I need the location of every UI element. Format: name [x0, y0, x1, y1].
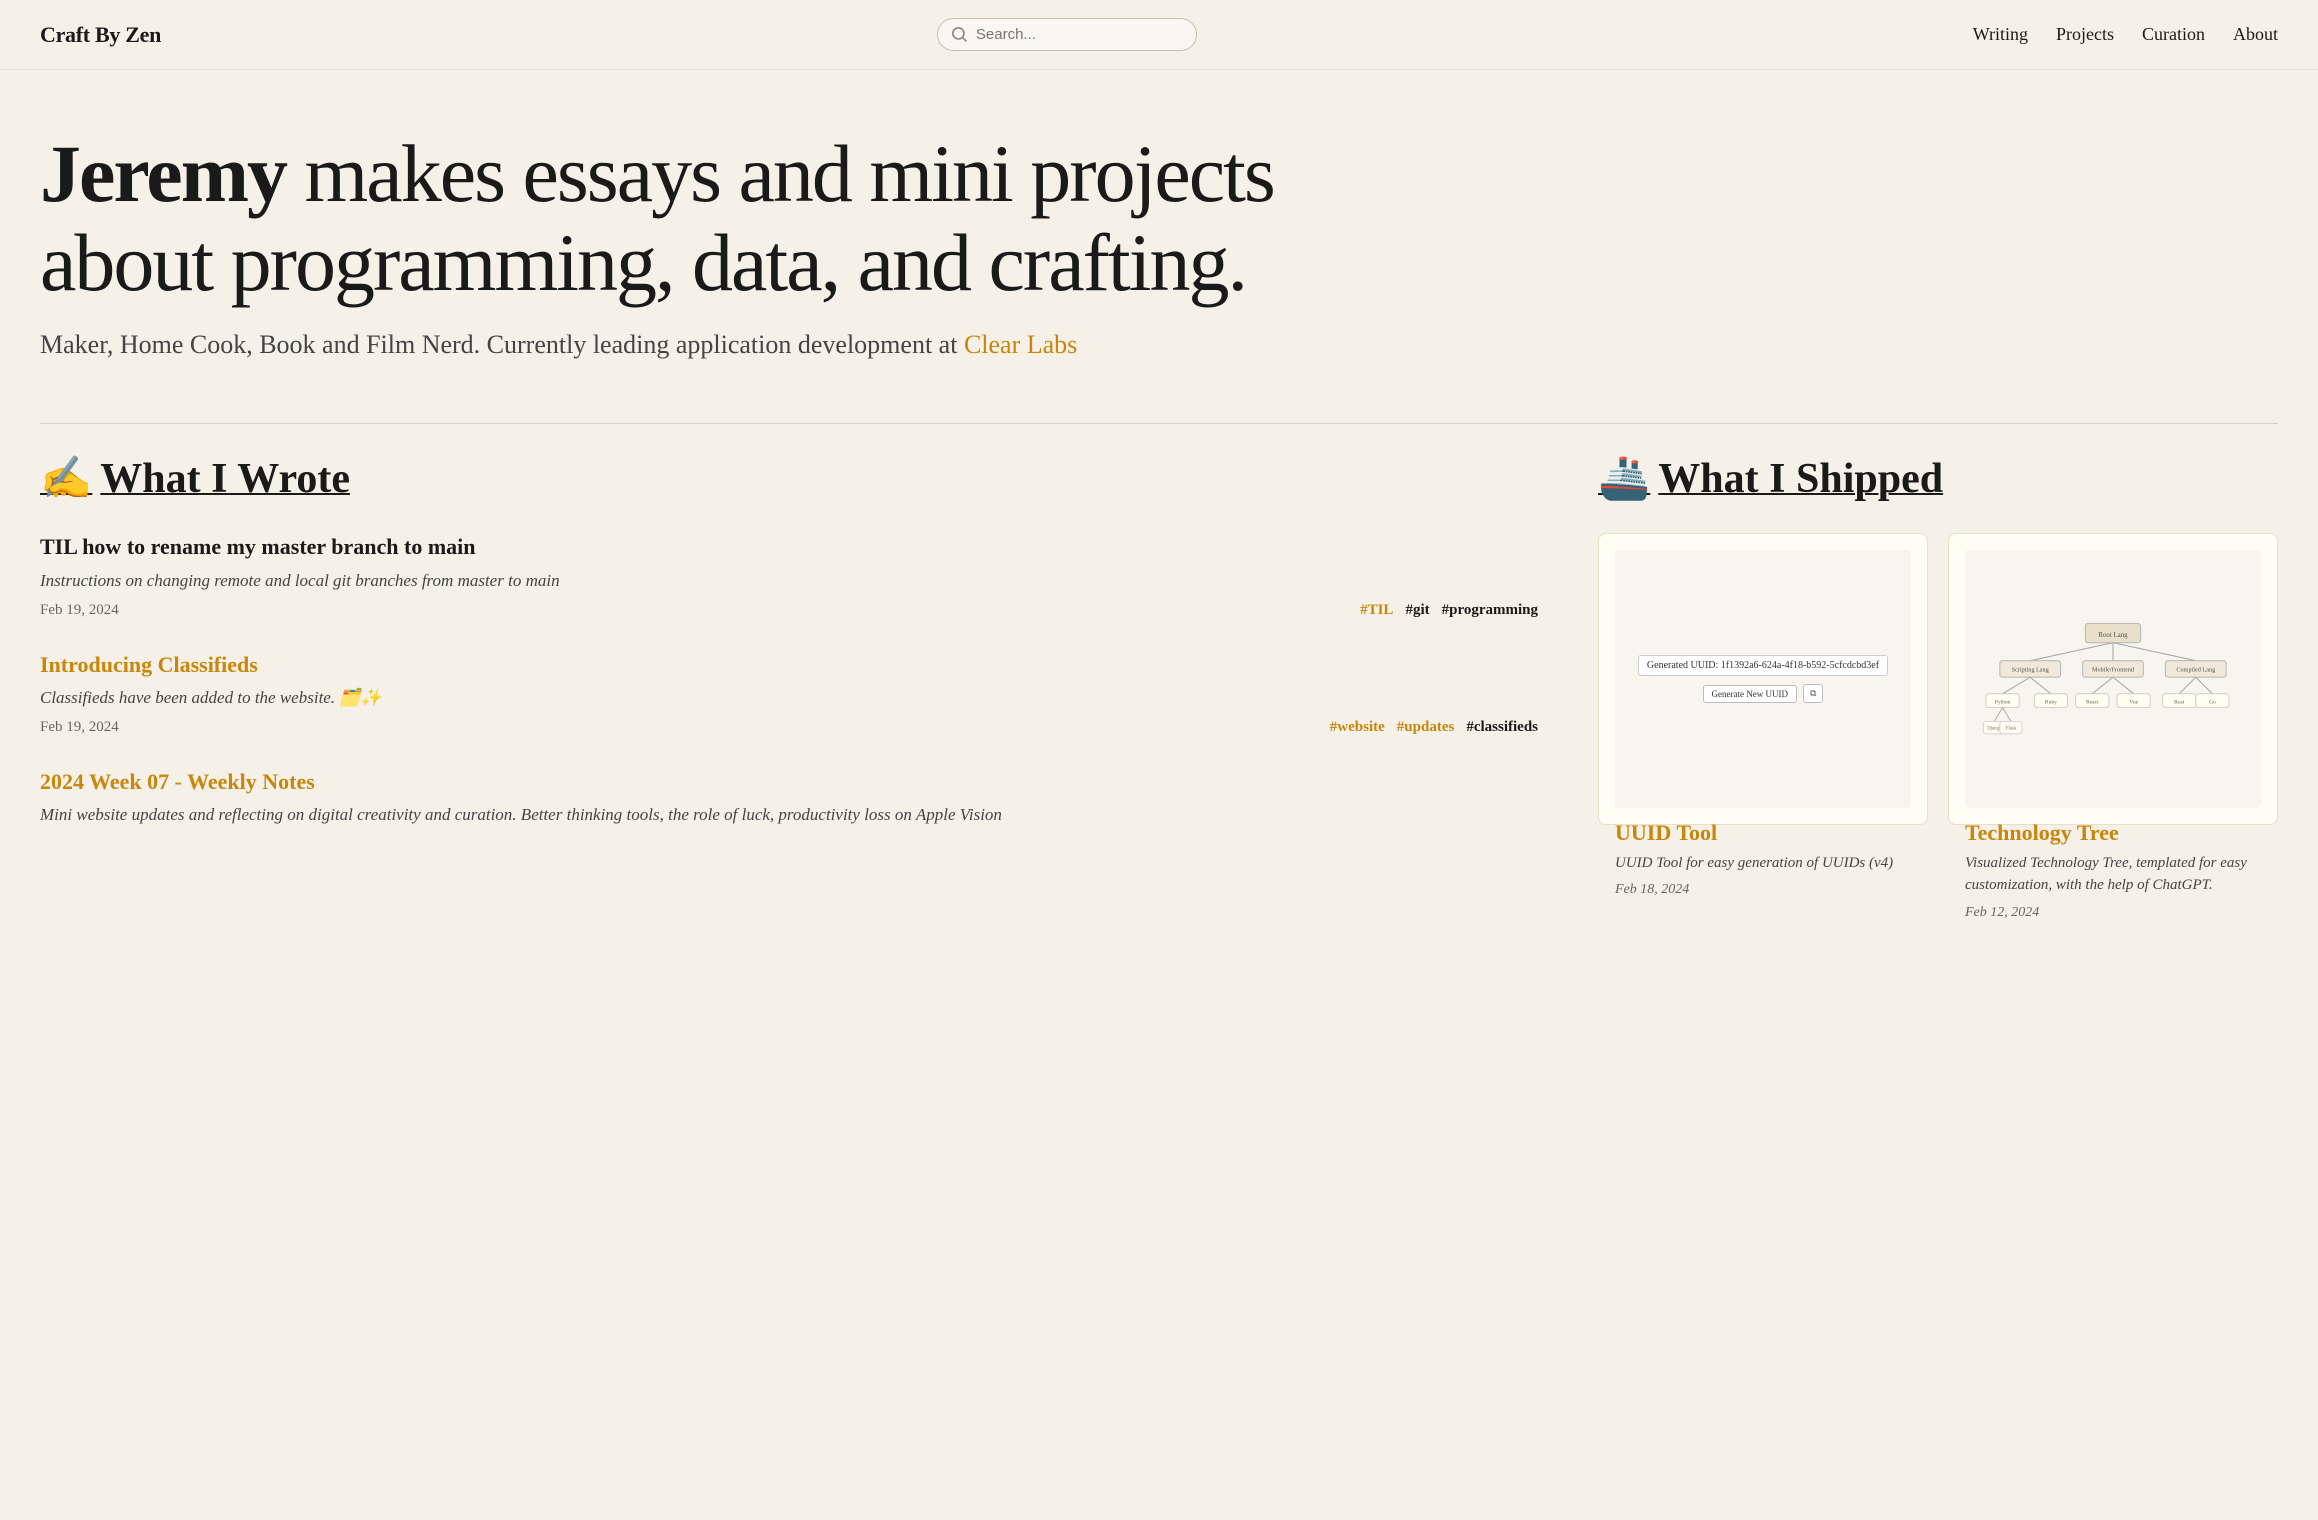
shipped-card-name-uuid: UUID Tool — [1615, 820, 1911, 846]
wrote-item-desc-2: Classifieds have been added to the websi… — [40, 685, 1538, 711]
wrote-item-desc-1: Instructions on changing remote and loca… — [40, 568, 1538, 594]
section-divider — [40, 423, 2278, 424]
uuid-btn-row: Generate New UUID ⧉ — [1703, 684, 1824, 703]
site-logo[interactable]: Craft By Zen — [40, 22, 161, 48]
wrote-item: TIL how to rename my master branch to ma… — [40, 533, 1538, 618]
navbar: Craft By Zen Writing Projects Curation A… — [0, 0, 2318, 70]
techtree-preview: Root Lang Scripting Lang Mobile/Frontend… — [1965, 550, 2261, 807]
wrote-item-tags-1: #TIL #git #programming — [1360, 602, 1538, 619]
search-bar — [937, 18, 1197, 51]
shipped-emoji: 🚢 — [1598, 454, 1650, 503]
shipped-card-uuid[interactable]: Generated UUID: 1f1392a6-624a-4f18-b592-… — [1598, 533, 1928, 824]
wrote-item-date-1: Feb 19, 2024 — [40, 602, 119, 619]
wrote-item-desc-3: Mini website updates and reflecting on d… — [40, 802, 1538, 828]
tag-til[interactable]: #TIL — [1360, 602, 1393, 619]
search-input[interactable] — [976, 26, 1182, 43]
svg-text:Vue: Vue — [2129, 700, 2138, 706]
shipped-section-title: 🚢 What I Shipped — [1598, 454, 2278, 503]
wrote-item-tags-2: #website #updates #classifieds — [1330, 719, 1538, 736]
shipped-card-date-techtree: Feb 12, 2024 — [1965, 905, 2261, 921]
wrote-item-2: Introducing Classifieds Classifieds have… — [40, 651, 1538, 736]
nav-link-projects[interactable]: Projects — [2056, 24, 2114, 45]
shipped-title-text: What I Shipped — [1658, 455, 1943, 503]
wrote-item-link-1[interactable]: TIL how to rename my master branch to ma… — [40, 534, 476, 559]
wrote-section-title: ✍️ What I Wrote — [40, 454, 1538, 503]
tag-classifieds[interactable]: #classifieds — [1466, 719, 1538, 736]
main-content: ✍️ What I Wrote TIL how to rename my mas… — [0, 454, 2318, 859]
uuid-output-field: Generated UUID: 1f1392a6-624a-4f18-b592-… — [1638, 655, 1888, 676]
nav-link-about[interactable]: About — [2233, 24, 2278, 45]
nav-links: Writing Projects Curation About — [1973, 24, 2278, 45]
svg-text:Go: Go — [2209, 700, 2216, 706]
wrote-item-3: 2024 Week 07 - Weekly Notes Mini website… — [40, 768, 1538, 828]
svg-text:Rust: Rust — [2174, 700, 2185, 706]
wrote-emoji: ✍️ — [40, 454, 92, 503]
hero-subtitle-link[interactable]: Clear Labs — [964, 330, 1077, 359]
wrote-item-date-2: Feb 19, 2024 — [40, 719, 119, 736]
uuid-preview: Generated UUID: 1f1392a6-624a-4f18-b592-… — [1615, 550, 1911, 807]
hero-subtitle: Maker, Home Cook, Book and Film Nerd. Cu… — [40, 327, 1360, 363]
wrote-item-link-2[interactable]: Introducing Classifieds — [40, 651, 1538, 680]
svg-text:Flask: Flask — [2006, 727, 2017, 732]
hero-title: Jeremy makes essays and mini projects ab… — [40, 130, 1360, 307]
wrote-item-meta-1: Feb 19, 2024 #TIL #git #programming — [40, 602, 1538, 619]
shipped-card-techtree[interactable]: Root Lang Scripting Lang Mobile/Frontend… — [1948, 533, 2278, 824]
nav-link-writing[interactable]: Writing — [1973, 24, 2028, 45]
wrote-item-meta-2: Feb 19, 2024 #website #updates #classifi… — [40, 719, 1538, 736]
tag-updates[interactable]: #updates — [1397, 719, 1455, 736]
search-icon — [952, 27, 968, 43]
svg-text:Python: Python — [1995, 700, 2011, 706]
shipped-card-name-techtree: Technology Tree — [1965, 820, 2261, 846]
nav-center — [937, 18, 1197, 51]
nav-link-curation[interactable]: Curation — [2142, 24, 2205, 45]
hero-subtitle-text: Maker, Home Cook, Book and Film Nerd. Cu… — [40, 330, 964, 359]
wrote-column: ✍️ What I Wrote TIL how to rename my mas… — [40, 454, 1598, 859]
uuid-copy-btn[interactable]: ⧉ — [1803, 684, 1823, 703]
tag-website[interactable]: #website — [1330, 719, 1385, 736]
hero-title-bold: Jeremy — [40, 128, 286, 219]
svg-text:Root Lang: Root Lang — [2098, 633, 2128, 640]
shipped-cards-container: Generated UUID: 1f1392a6-624a-4f18-b592-… — [1598, 533, 2278, 824]
svg-text:Mobile/Frontend: Mobile/Frontend — [2092, 667, 2135, 674]
shipped-card-desc-techtree: Visualized Technology Tree, templated fo… — [1965, 852, 2261, 897]
wrote-item-title-1: TIL how to rename my master branch to ma… — [40, 533, 1538, 562]
wrote-title-text: What I Wrote — [100, 455, 350, 503]
techtree-svg: Root Lang Scripting Lang Mobile/Frontend… — [1975, 560, 2251, 797]
svg-text:Compiled Lang: Compiled Lang — [2176, 667, 2215, 674]
svg-text:Scripting Lang: Scripting Lang — [2012, 667, 2049, 674]
shipped-column: 🚢 What I Shipped Generated UUID: 1f1392a… — [1598, 454, 2278, 859]
uuid-generate-btn[interactable]: Generate New UUID — [1703, 685, 1797, 703]
tag-programming[interactable]: #programming — [1442, 602, 1538, 619]
tag-git[interactable]: #git — [1405, 602, 1429, 619]
svg-text:React: React — [2086, 700, 2099, 706]
wrote-item-link-3[interactable]: 2024 Week 07 - Weekly Notes — [40, 768, 1538, 797]
hero-section: Jeremy makes essays and mini projects ab… — [0, 70, 1400, 393]
shipped-card-desc-uuid: UUID Tool for easy generation of UUIDs (… — [1615, 852, 1911, 875]
svg-text:Ruby: Ruby — [2045, 700, 2057, 706]
shipped-card-date-uuid: Feb 18, 2024 — [1615, 882, 1911, 898]
